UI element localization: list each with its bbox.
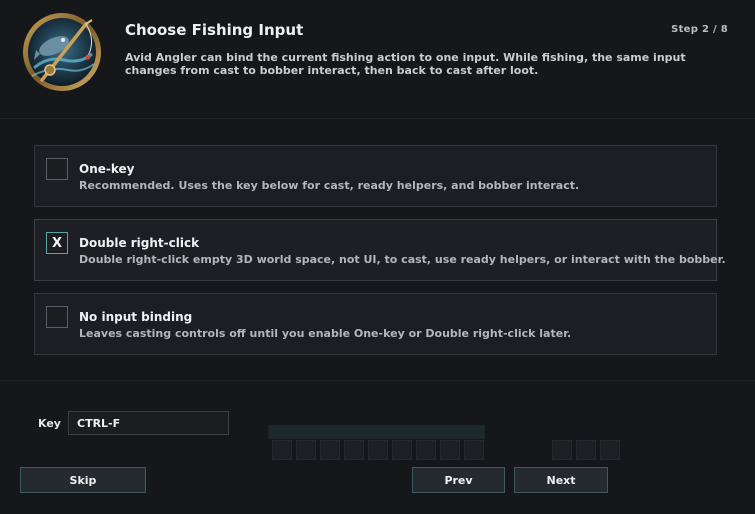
bg-slot — [320, 440, 340, 460]
bg-slot — [296, 440, 316, 460]
option-one-key-checkbox[interactable] — [46, 158, 68, 180]
bg-divider — [0, 380, 755, 381]
bg-slot — [440, 440, 460, 460]
option-no-input-binding-checkbox[interactable] — [46, 306, 68, 328]
bg-slot — [272, 440, 292, 460]
bg-slot — [576, 440, 596, 460]
bg-slot — [416, 440, 436, 460]
option-double-right-click-checkbox[interactable]: X — [46, 232, 68, 254]
dialog-title: Choose Fishing Input — [125, 21, 304, 39]
option-description: Double right-click empty 3D world space,… — [79, 253, 726, 266]
option-description: Leaves casting controls off until you en… — [79, 327, 572, 340]
option-title: Double right-click — [79, 236, 200, 250]
option-one-key[interactable]: One-key Recommended. Uses the key below … — [34, 145, 717, 207]
key-input[interactable] — [68, 411, 229, 435]
skip-button[interactable]: Skip — [20, 467, 146, 493]
option-title: No input binding — [79, 310, 193, 324]
dialog-description: Avid Angler can bind the current fishing… — [125, 51, 686, 77]
option-title: One-key — [79, 162, 135, 176]
bg-slot — [368, 440, 388, 460]
option-no-input-binding[interactable]: No input binding Leaves casting controls… — [34, 293, 717, 355]
next-button[interactable]: Next — [514, 467, 608, 493]
bg-bar — [268, 425, 485, 439]
key-label: Key — [38, 417, 61, 430]
bg-slot — [464, 440, 484, 460]
bg-divider — [0, 118, 755, 119]
bg-slot — [344, 440, 364, 460]
step-indicator: Step 2 / 8 — [671, 24, 728, 35]
bg-slot — [392, 440, 412, 460]
prev-button[interactable]: Prev — [412, 467, 505, 493]
fishing-emblem-icon — [20, 10, 104, 94]
option-double-right-click[interactable]: X Double right-click Double right-click … — [34, 219, 726, 281]
bg-slot — [552, 440, 572, 460]
option-description: Recommended. Uses the key below for cast… — [79, 179, 580, 192]
bg-slot — [600, 440, 620, 460]
